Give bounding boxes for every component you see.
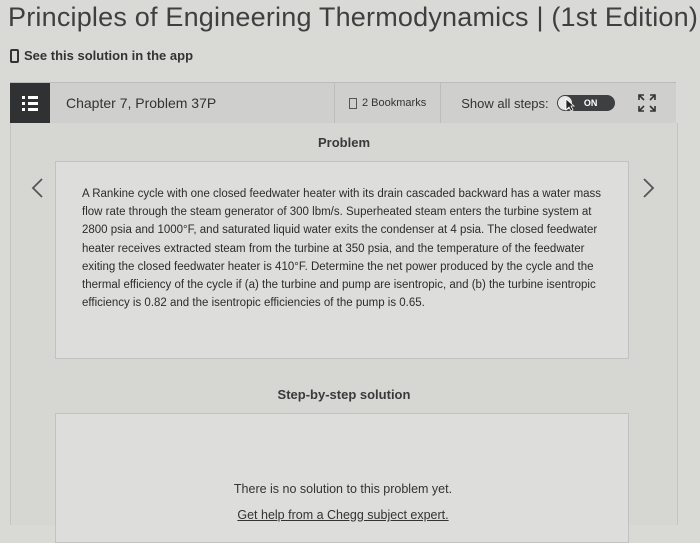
see-solution-in-app-link[interactable]: See this solution in the app	[10, 48, 193, 63]
solution-box: There is no solution to this problem yet…	[55, 413, 629, 543]
bookmarks-label: 2 Bookmarks	[362, 97, 427, 109]
chevron-right-icon	[643, 178, 655, 198]
phone-icon	[10, 48, 19, 63]
toggle-state-label: ON	[583, 98, 598, 108]
expand-icon[interactable]	[637, 93, 657, 113]
no-solution-message: There is no solution to this problem yet…	[233, 482, 453, 496]
problem-heading: Problem	[317, 135, 370, 150]
problem-text: A Rankine cycle with one closed feedwate…	[82, 188, 602, 310]
problem-box: A Rankine cycle with one closed feedwate…	[55, 161, 629, 359]
chevron-left-icon	[31, 178, 43, 198]
step-by-step-heading: Step-by-step solution	[277, 387, 411, 402]
next-problem-arrow[interactable]	[637, 177, 659, 199]
list-icon	[22, 95, 38, 111]
bookmark-icon	[349, 97, 357, 109]
previous-problem-arrow[interactable]	[27, 177, 49, 199]
show-steps-label: Show all steps:	[461, 95, 549, 111]
mouse-pointer-icon	[565, 98, 576, 117]
bookmarks-button[interactable]: 2 Bookmarks	[334, 83, 442, 123]
solution-panel: Problem A Rankine cycle with one closed …	[10, 123, 678, 543]
chapter-problem-label: Chapter 7, Problem 37P	[66, 95, 217, 111]
expert-help-link-wrapper: Get help from a Chegg subject expert.	[56, 508, 630, 522]
app-link-label: See this solution in the app	[24, 48, 194, 63]
solution-toolbar: Chapter 7, Problem 37P 2 Bookmarks Show …	[10, 82, 676, 124]
book-title: Principles of Engineering Thermodynamics…	[8, 2, 699, 32]
show-all-steps-control: Show all steps: ON	[461, 95, 615, 111]
expert-help-link[interactable]: Get help from a Chegg subject expert.	[237, 508, 448, 522]
menu-button[interactable]	[10, 83, 50, 123]
